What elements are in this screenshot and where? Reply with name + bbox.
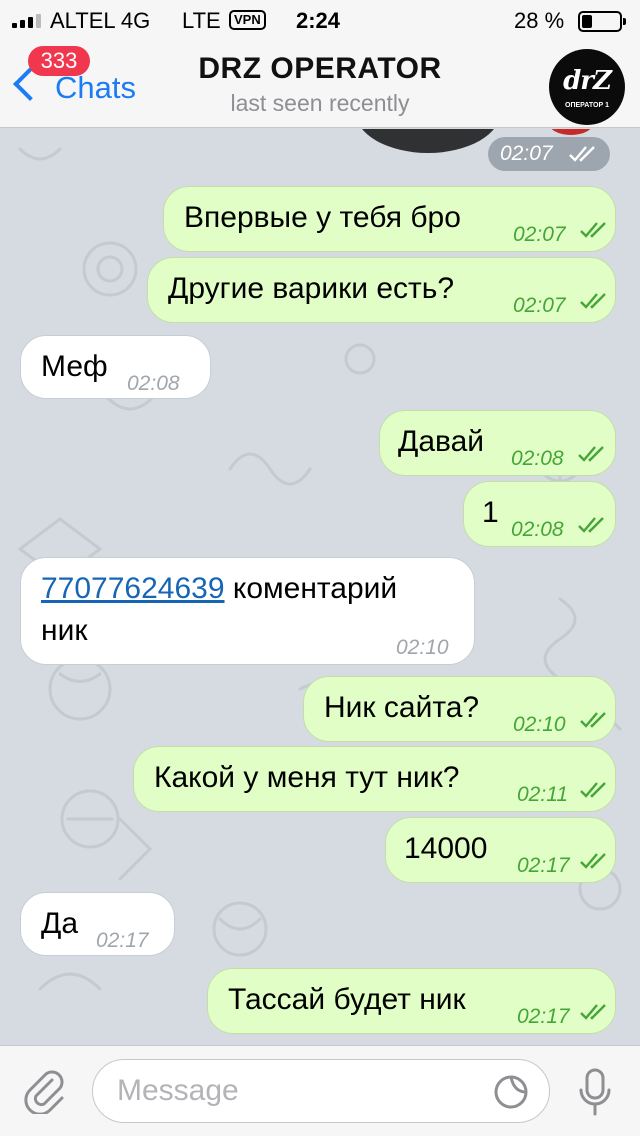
network-type: LTE <box>182 8 221 33</box>
message-time: 02:17 <box>96 929 149 952</box>
signal-strength-icon <box>12 12 41 28</box>
message-text: Ник сайта? <box>324 691 480 724</box>
message-text: Другие варики есть? <box>168 272 455 305</box>
message-text-rest: коментарий <box>224 572 398 605</box>
battery-icon <box>578 11 626 32</box>
message-time: 02:10 <box>396 636 449 659</box>
message-bubble-outgoing[interactable]: Давай 02:08 <box>379 410 616 476</box>
message-text-line2: ник <box>41 614 88 647</box>
message-bubble-outgoing[interactable]: Тассай будет ник 02:17 <box>207 968 616 1034</box>
chat-title[interactable]: DRZ OPERATOR <box>120 52 520 86</box>
message-bubble-outgoing[interactable]: 1 02:08 <box>463 481 616 547</box>
message-text: 77077624639 коментарий <box>41 571 397 607</box>
sticker-icon[interactable] <box>493 1074 529 1110</box>
message-time: 02:07 <box>513 294 566 317</box>
message-list[interactable]: 02:07 Впервые у тебя бро 02:07 Другие ва… <box>0 129 640 1045</box>
paperclip-icon[interactable] <box>22 1068 68 1116</box>
avatar-caption: ОПЕРАТОР 1 <box>565 102 609 109</box>
message-bubble-incoming[interactable]: 77077624639 коментарий ник 02:10 <box>20 557 475 665</box>
vpn-badge: VPN <box>229 10 266 30</box>
message-text: 14000 <box>404 832 488 865</box>
phone-link[interactable]: 77077624639 <box>41 572 225 605</box>
message-time: 02:07 <box>513 223 566 246</box>
message-bubble-outgoing[interactable]: Какой у меня тут ник? 02:11 <box>133 746 616 812</box>
message-time: 02:08 <box>511 447 564 470</box>
message-bubble-outgoing[interactable]: Впервые у тебя бро 02:07 <box>163 186 616 252</box>
message-time: 02:17 <box>517 1005 570 1028</box>
message-composer <box>0 1045 640 1136</box>
message-input-field[interactable] <box>92 1059 550 1123</box>
double-check-icon <box>579 221 609 239</box>
double-check-icon <box>568 145 598 163</box>
double-check-icon <box>577 516 607 534</box>
message-bubble-outgoing[interactable]: Другие варики есть? 02:07 <box>147 257 616 323</box>
avatar[interactable]: drZ ОПЕРАТОР 1 <box>549 49 625 125</box>
message-text: Давай <box>398 425 485 458</box>
message-bubble-incoming[interactable]: Да 02:17 <box>20 892 175 956</box>
microphone-icon[interactable] <box>578 1068 612 1118</box>
message-text: Меф <box>41 350 108 383</box>
message-bubble-outgoing[interactable]: Ник сайта? 02:10 <box>303 676 616 742</box>
message-time: 02:08 <box>511 518 564 541</box>
status-bar: ALTEL 4G LTE VPN 2:24 28 % <box>0 0 640 40</box>
message-text: Впервые у тебя бро <box>184 201 461 234</box>
clock: 2:24 <box>296 8 341 33</box>
message-time: 02:17 <box>517 854 570 877</box>
double-check-icon <box>579 852 609 870</box>
message-bubble-outgoing[interactable]: 14000 02:17 <box>385 817 616 883</box>
message-text: 1 <box>482 496 499 529</box>
message-text: Да <box>41 907 79 940</box>
double-check-icon <box>579 1003 609 1021</box>
battery-level <box>582 15 592 28</box>
message-time: 02:08 <box>127 372 180 395</box>
message-text: Тассай будет ник <box>228 983 466 1016</box>
unread-badge: 333 <box>28 46 90 76</box>
message-text: Какой у меня тут ник? <box>154 761 460 794</box>
avatar-logo: drZ <box>563 66 612 96</box>
double-check-icon <box>579 711 609 729</box>
battery-percent: 28 % <box>514 8 565 33</box>
message-time: 02:11 <box>517 783 568 806</box>
double-check-icon <box>579 781 609 799</box>
message-input[interactable] <box>117 1072 477 1110</box>
double-check-icon <box>579 292 609 310</box>
media-time-label: 02:07 <box>500 142 553 165</box>
double-check-icon <box>577 445 607 463</box>
last-seen-status: last seen recently <box>230 90 410 116</box>
message-bubble-incoming[interactable]: Меф 02:08 <box>20 335 211 399</box>
message-time: 02:10 <box>513 713 566 736</box>
media-timestamp: 02:07 <box>488 137 610 171</box>
carrier-label: ALTEL 4G <box>50 8 151 33</box>
